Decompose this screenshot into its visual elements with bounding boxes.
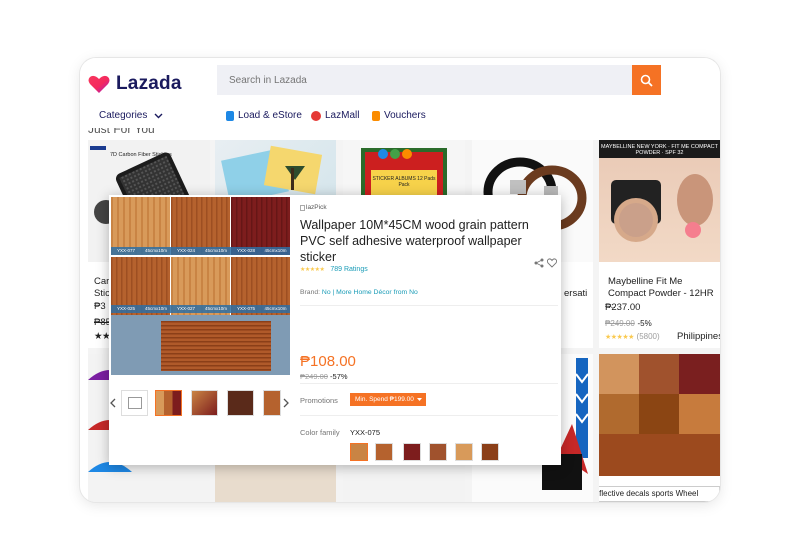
- divider: [300, 415, 558, 416]
- color-family-label: Color family: [300, 428, 340, 437]
- promo-tag[interactable]: Min. Spend ₱199.00: [350, 393, 426, 406]
- lazada-logo[interactable]: Lazada: [88, 73, 182, 95]
- thumbnail[interactable]: [155, 390, 182, 416]
- rating-stars: ★★★★★: [605, 334, 634, 341]
- nav-link-vouchers[interactable]: Vouchers: [372, 110, 426, 121]
- tile-label: 45cmx10m: [264, 248, 287, 253]
- tile-label: 45cmx10m: [144, 306, 167, 311]
- nav-bar: Categories Load & eStore LazMall Voucher…: [80, 106, 720, 126]
- thumbnail[interactable]: [227, 390, 254, 416]
- product-title-tooltip: Motorcycle Reflective decals sports Whee…: [599, 486, 720, 502]
- image-caption: MAYBELLINE NEW YORK · FIT ME COMPACT POW…: [601, 144, 718, 156]
- divider: [300, 305, 558, 306]
- tile-labels-row1: YXX-077 45cmx10m YXX-024 45cmx10m YXX-02…: [111, 248, 290, 253]
- rating-stars: ★★★★★: [300, 267, 325, 273]
- product-card[interactable]: Motorcycle Reflective decals sports Whee…: [599, 354, 720, 502]
- tile-label: YXX-028: [236, 248, 255, 253]
- product-title: ersati: [564, 288, 588, 299]
- search-input[interactable]: [217, 65, 632, 95]
- search-bar: [217, 65, 661, 95]
- quick-view-popup: YXX-077 45cmx10m YXX-024 45cmx10m YXX-02…: [109, 195, 561, 465]
- lazmall-icon: [311, 110, 321, 121]
- rating-stars: ★★: [94, 331, 111, 342]
- brand-link[interactable]: No: [322, 289, 331, 296]
- image-caption: 7D Carbon Fiber Stickers: [110, 152, 172, 158]
- nav-link-label: Vouchers: [384, 110, 426, 121]
- brand-row: Brand: No | More Home Décor from No: [300, 289, 418, 296]
- wood-image: [599, 354, 720, 476]
- selected-color-value: YXX-075: [350, 428, 381, 437]
- product-image: MAYBELLINE NEW YORK · FIT ME COMPACT POW…: [599, 140, 720, 262]
- tile-label: YXX-075: [236, 306, 255, 311]
- chevron-left-icon[interactable]: [110, 398, 116, 408]
- search-icon: [640, 74, 653, 87]
- tile-label: YXX-025: [116, 306, 135, 311]
- product-price: ₱237.00: [605, 302, 641, 313]
- seller-location: Philippines: [677, 331, 720, 342]
- product-price: ₱3: [94, 301, 106, 312]
- color-swatch[interactable]: [350, 443, 368, 461]
- tile-labels-row2: YXX-025 45cmx10m YXX-027 45cmx10m YXX-07…: [111, 306, 290, 311]
- thumbnail[interactable]: [191, 390, 218, 416]
- lazpick-badge: lazPick: [300, 204, 327, 211]
- product-rating-row: ★★★★★ (5800): [605, 331, 660, 344]
- product-card[interactable]: MAYBELLINE NEW YORK · FIT ME COMPACT POW…: [599, 140, 720, 348]
- thumbnail[interactable]: [263, 390, 281, 416]
- rating-count: (5800): [636, 332, 660, 341]
- product-title: Car: [94, 276, 110, 287]
- tile-label: 45cmx10m: [204, 306, 227, 311]
- product-discount: -5%: [637, 319, 652, 328]
- site-header: Lazada Categories Load & eStore LazMall: [80, 58, 720, 128]
- chevron-right-icon[interactable]: [283, 398, 289, 408]
- tile-label: 45cmx10m: [144, 248, 167, 253]
- divider: [300, 383, 558, 384]
- color-swatch[interactable]: [375, 443, 393, 461]
- original-price: ₱249.00: [300, 372, 328, 381]
- tile-label: 45cmx10m: [204, 248, 227, 253]
- product-title: Wallpaper 10M*45CM wood grain pattern PV…: [300, 218, 529, 264]
- chevron-down-icon: [154, 113, 163, 118]
- thumbnail[interactable]: [121, 390, 148, 416]
- more-from-link[interactable]: | More Home Décor from No: [333, 289, 418, 296]
- promo-tag-label: Min. Spend ₱199.00: [355, 396, 414, 403]
- categories-menu[interactable]: Categories: [99, 110, 163, 121]
- broken-image-icon: [300, 204, 305, 211]
- ratings-link[interactable]: 789 Ratings: [330, 266, 367, 273]
- chevron-down-icon: [416, 398, 422, 401]
- rating-row: ★★★★★ 789 Ratings: [300, 266, 368, 273]
- lazpick-alt-text: lazPick: [306, 204, 327, 211]
- thumbnail-strip: [109, 387, 290, 419]
- image-caption: STICKER ALBUMS 12 Pads Pack: [372, 176, 436, 188]
- product-price: ₱108.00: [300, 353, 356, 370]
- heart-icon[interactable]: [547, 258, 557, 268]
- nav-link-label: LazMall: [325, 110, 360, 121]
- price-details: ₱249.00 -57%: [300, 372, 348, 381]
- color-swatch[interactable]: [481, 443, 499, 461]
- product-original-price: ₱249.00: [605, 319, 635, 328]
- share-icon[interactable]: [534, 258, 544, 268]
- broken-image-icon: [128, 397, 142, 409]
- phone-icon: [226, 110, 234, 121]
- voucher-icon: [372, 110, 380, 121]
- nav-link-lazmall[interactable]: LazMall: [311, 110, 359, 121]
- tile-label: YXX-027: [176, 306, 195, 311]
- search-button[interactable]: [632, 65, 661, 95]
- categories-label: Categories: [99, 110, 148, 121]
- color-swatch[interactable]: [455, 443, 473, 461]
- promotions-label: Promotions: [300, 396, 338, 405]
- tile-label: YXX-024: [176, 248, 195, 253]
- nav-link-label: Load & eStore: [238, 110, 302, 121]
- logo-text: Lazada: [116, 73, 182, 94]
- tile-label: YXX-077: [116, 248, 135, 253]
- lazada-heart-icon: [88, 74, 110, 94]
- main-product-image: YXX-077 45cmx10m YXX-024 45cmx10m YXX-02…: [111, 197, 290, 375]
- color-swatch[interactable]: [403, 443, 421, 461]
- product-pricing-row: ₱249.00 -5%: [605, 318, 652, 330]
- nav-link-load-estore[interactable]: Load & eStore: [226, 110, 302, 121]
- color-swatch[interactable]: [429, 443, 447, 461]
- discount-percent: -57%: [330, 372, 348, 381]
- tile-label: 45cmx10m: [264, 306, 287, 311]
- brand-label: Brand:: [300, 289, 321, 296]
